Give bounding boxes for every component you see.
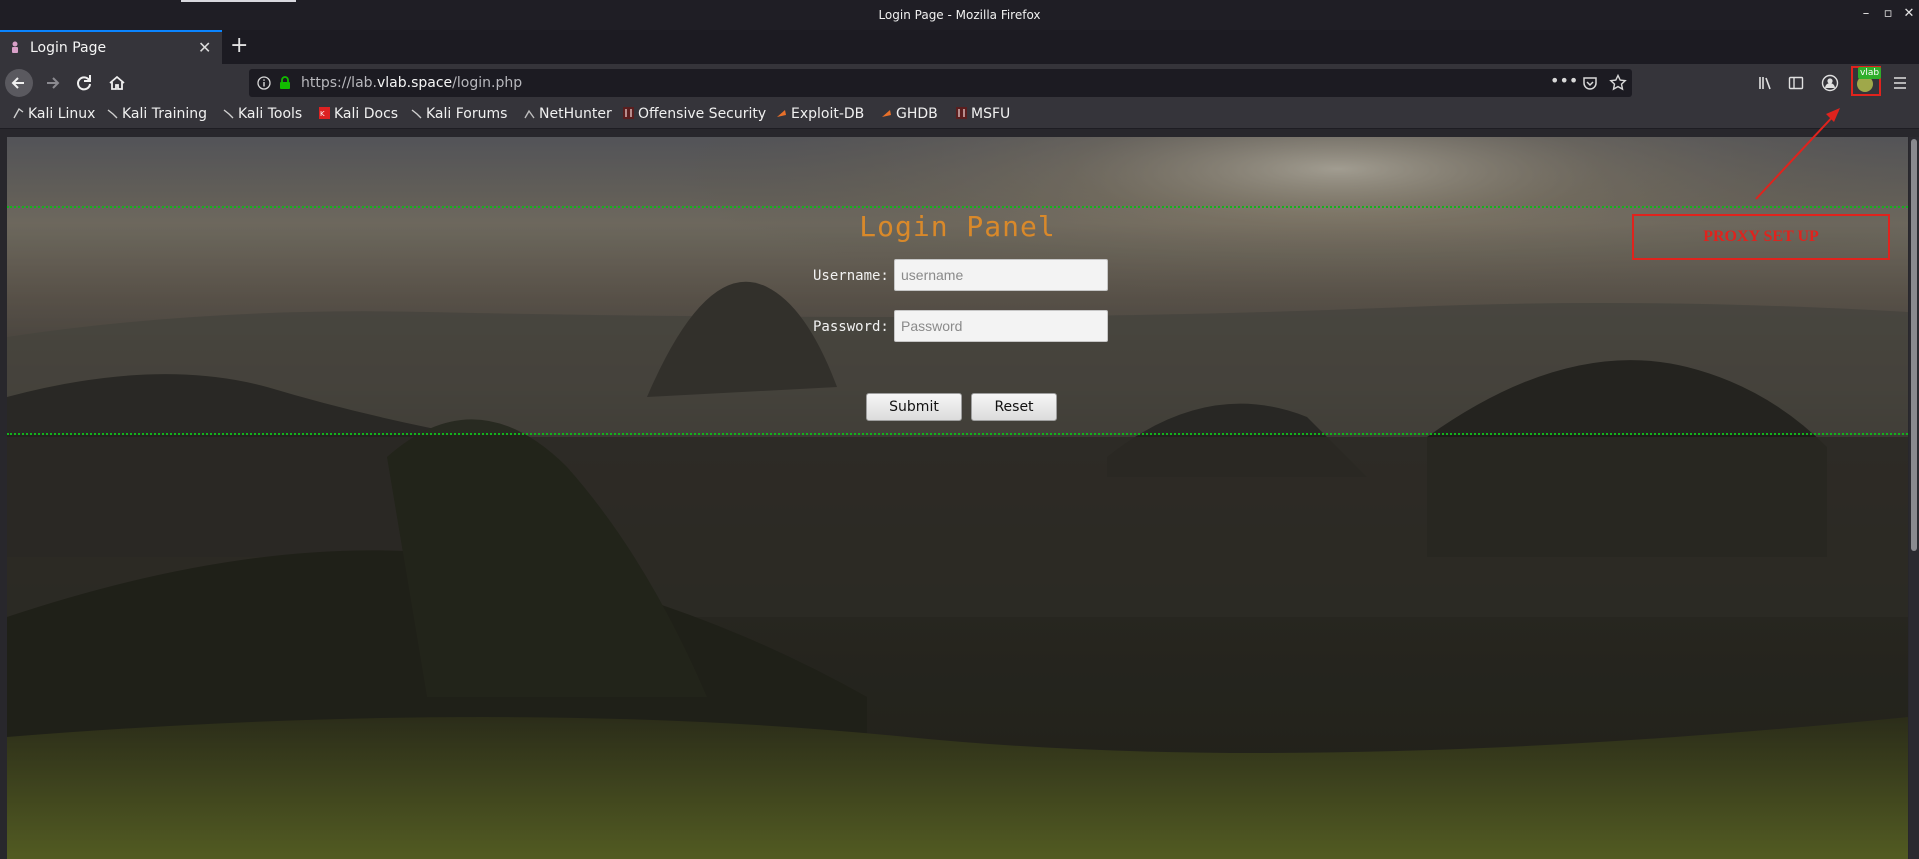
reload-icon (77, 75, 91, 91)
bookmark-kali-forums[interactable]: Kali Forums (411, 106, 507, 122)
bookmarks-toolbar: Kali Linux Kali Training Kali Tools K Kal… (0, 102, 1919, 129)
library-icon[interactable] (1758, 75, 1774, 91)
reload-button[interactable] (70, 69, 98, 97)
bookmark-kali-tools[interactable]: Kali Tools (223, 106, 302, 122)
hamburger-menu-icon[interactable] (1892, 75, 1908, 91)
home-button[interactable] (103, 69, 131, 97)
offsec-icon (623, 107, 634, 119)
sidebar-icon[interactable] (1788, 75, 1804, 91)
ghdb-icon (882, 110, 891, 117)
kali-dragon-icon (13, 107, 24, 119)
bookmark-exploit-db[interactable]: Exploit-DB (776, 106, 864, 122)
page-favicon-icon (12, 41, 18, 53)
back-arrow-icon (11, 77, 24, 89)
username-input[interactable] (894, 259, 1108, 291)
kali-dragon-icon (411, 109, 422, 119)
kali-docs-icon: K (319, 107, 330, 119)
secure-lock-icon (280, 76, 290, 89)
tab-close-icon[interactable]: ✕ (198, 38, 211, 57)
msfu-icon (956, 107, 967, 119)
kali-dragon-icon (107, 109, 118, 119)
back-button[interactable] (5, 69, 33, 97)
proxy-extension-button[interactable]: vlab (1851, 66, 1882, 96)
scrollbar-thumb[interactable] (1911, 139, 1917, 551)
password-input[interactable] (894, 310, 1108, 342)
nethunter-icon (524, 109, 535, 119)
url-bar[interactable]: https://lab.vlab.space/login.php ••• (249, 69, 1632, 97)
pocket-icon[interactable] (1582, 75, 1598, 91)
kali-dragon-icon (223, 109, 234, 119)
url-text: https://lab.vlab.space/login.php (301, 75, 523, 91)
tab-login-page[interactable]: Login Page ✕ (0, 30, 222, 64)
proxy-annotation-box: PROXY SET UP (1632, 214, 1890, 260)
reset-button[interactable]: Reset (971, 393, 1057, 421)
page-actions-icon[interactable]: ••• (1550, 71, 1578, 90)
extension-badge: vlab (1858, 67, 1882, 79)
bookmark-nethunter[interactable]: NetHunter (524, 106, 612, 122)
close-window-icon[interactable]: ✕ (1902, 7, 1916, 21)
bookmark-offensive-security[interactable]: Offensive Security (623, 106, 766, 122)
proxy-annotation-text: PROXY SET UP (1703, 228, 1819, 245)
username-label: Username: (813, 268, 889, 284)
bookmark-star-icon[interactable] (1609, 74, 1627, 92)
page-scrollbar[interactable] (1909, 137, 1919, 859)
submit-button[interactable]: Submit (866, 393, 962, 421)
tab-strip: Login Page ✕ + (0, 30, 1919, 64)
navigation-toolbar: https://lab.vlab.space/login.php ••• vla… (0, 64, 1919, 102)
bookmark-kali-training[interactable]: Kali Training (107, 106, 207, 122)
forward-button[interactable] (38, 69, 66, 97)
login-panel-title: Login Panel (859, 210, 1056, 243)
forward-arrow-icon (47, 77, 60, 89)
password-label: Password: (813, 319, 889, 335)
minimize-icon[interactable]: – (1859, 7, 1873, 21)
svg-text:K: K (320, 110, 325, 118)
bookmark-msfu[interactable]: MSFU (956, 106, 1010, 122)
account-icon[interactable] (1821, 74, 1839, 92)
tab-label: Login Page (30, 40, 107, 56)
bookmark-ghdb[interactable]: GHDB (881, 106, 938, 122)
new-tab-icon[interactable]: + (230, 33, 248, 59)
home-icon (109, 75, 125, 90)
titlebar-highlight (181, 0, 296, 2)
background-landscape: Login Panel Username: Password: Submit R… (7, 137, 1908, 859)
bookmark-kali-docs[interactable]: K Kali Docs (319, 106, 398, 122)
maximize-icon[interactable]: ▫ (1881, 7, 1895, 21)
site-info-icon[interactable] (257, 76, 271, 90)
window-titlebar: Login Page - Mozilla Firefox – ▫ ✕ (0, 0, 1919, 31)
exploit-db-icon (777, 110, 786, 117)
bookmark-kali-linux[interactable]: Kali Linux (13, 106, 95, 122)
window-title: Login Page - Mozilla Firefox (878, 8, 1041, 22)
